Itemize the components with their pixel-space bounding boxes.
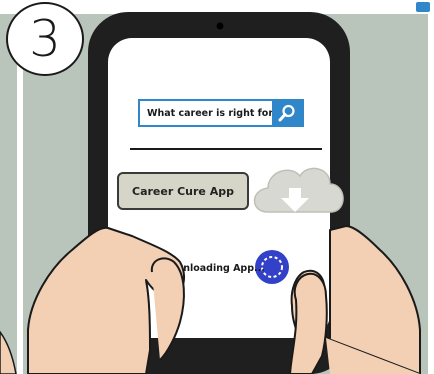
hands-illustration xyxy=(0,225,421,374)
